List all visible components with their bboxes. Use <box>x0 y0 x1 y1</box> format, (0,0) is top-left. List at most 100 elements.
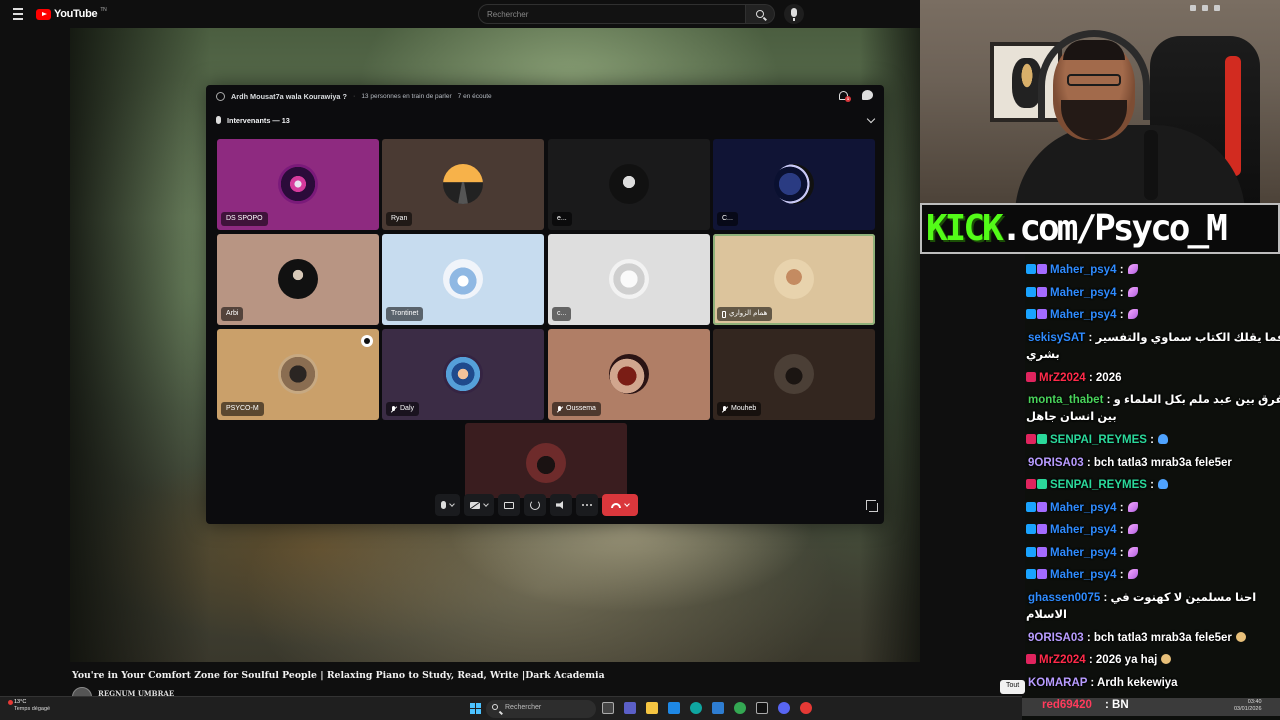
participant-tile[interactable]: C... <box>713 139 875 230</box>
voice-search-button[interactable] <box>784 4 804 24</box>
chat-username[interactable]: monta_thabet <box>1028 394 1103 406</box>
chat-text: : 2026 <box>1088 371 1122 384</box>
chevron-down-icon[interactable] <box>866 114 876 124</box>
chat-icon[interactable] <box>862 90 873 100</box>
youtube-logo[interactable]: YouTube TN <box>36 7 107 20</box>
youtube-header: YouTube TN Rechercher <box>0 0 920 28</box>
participant-tile[interactable]: Arbi <box>217 234 379 325</box>
task-view-icon[interactable] <box>602 702 614 714</box>
chat-text: : فما يقلك الكتاب سماوي والتفسير <box>1088 331 1280 344</box>
camera-off-icon <box>470 501 480 509</box>
inbox-icon[interactable]: 1 <box>838 91 851 102</box>
streamer-webcam <box>920 0 1280 203</box>
stage-header: Ardh Mousat7a wala Kourawiya ? · 13 pers… <box>206 85 884 107</box>
system-tray[interactable] <box>1190 5 1220 11</box>
speakers-label: Intervenants — 13 <box>227 115 290 125</box>
avatar <box>443 259 483 299</box>
app-icon[interactable] <box>800 702 812 714</box>
hamburger-menu-icon[interactable] <box>13 8 23 20</box>
chat-username[interactable]: Maher_psy4 <box>1050 569 1116 581</box>
chat-text: : الفرق بين عبد ملم بكل العلماء و <box>1106 394 1280 406</box>
chat-username[interactable]: SENPAI_REYMES <box>1050 479 1147 491</box>
chat-username[interactable]: MrZ2024 <box>1039 372 1086 384</box>
chat-username[interactable]: MrZ2024 <box>1039 654 1086 666</box>
chat-username[interactable]: Maher_psy4 <box>1050 502 1116 514</box>
soundboard-button[interactable] <box>550 494 572 516</box>
chat-badge-icon <box>1037 546 1047 557</box>
participant-tile-speaking[interactable]: همام الزواري <box>713 234 875 325</box>
chrome-icon[interactable] <box>734 702 746 714</box>
chat-message: Maher_psy4 : <box>1026 500 1138 516</box>
chat-badge-icon <box>1037 569 1047 579</box>
participant-tile[interactable]: Mouheb <box>713 329 875 420</box>
chat-text: : <box>1119 569 1124 581</box>
chat-message: 9ORISA03 : bch tatla3 mrab3a fele5er <box>1026 455 1232 471</box>
avatar <box>774 164 814 204</box>
chat-username[interactable]: Maher_psy4 <box>1050 309 1116 321</box>
microphone-icon <box>216 116 221 124</box>
fullscreen-icon[interactable] <box>866 500 878 512</box>
chat-username[interactable]: Maher_psy4 <box>1050 287 1116 299</box>
chat-overlay: Maher_psy4 : Maher_psy4 : Maher_psy4 : seki… <box>1022 256 1280 696</box>
participant-tile[interactable]: Oussema <box>548 329 710 420</box>
discord-icon[interactable] <box>778 702 790 714</box>
deafened-icon <box>722 406 728 412</box>
share-screen-button[interactable] <box>498 494 520 516</box>
feather-emote-icon <box>1127 264 1138 274</box>
chat-username[interactable]: sekisySAT <box>1028 332 1085 344</box>
edge-icon[interactable] <box>690 702 702 714</box>
chat-username[interactable]: SENPAI_REYMES <box>1050 434 1147 446</box>
more-options-button[interactable] <box>576 494 598 516</box>
participant-tile[interactable]: DS SPOPO <box>217 139 379 230</box>
chat-badge-icon <box>1026 479 1036 489</box>
participant-tile[interactable]: e... <box>548 139 710 230</box>
glasses <box>1067 74 1121 86</box>
chevron-down-icon[interactable] <box>483 501 489 507</box>
mail-icon[interactable] <box>668 702 680 714</box>
chat-badge-icon <box>1037 286 1047 297</box>
chat-username[interactable]: Maher_psy4 <box>1050 547 1116 559</box>
taskbar-clock[interactable]: 03:40 03/01/2026 <box>1234 699 1262 713</box>
taskbar-search-input[interactable]: Rechercher <box>486 700 596 718</box>
youtube-search-input[interactable]: Rechercher <box>478 4 746 24</box>
leave-call-button[interactable] <box>602 494 638 516</box>
avatar <box>609 354 649 394</box>
video-shade-left <box>70 28 210 662</box>
file-explorer-icon[interactable] <box>646 702 658 714</box>
participant-tile[interactable]: Ryan <box>382 139 544 230</box>
chat-username[interactable]: ghassen0075 <box>1028 592 1100 604</box>
chat-message: monta_thabet : الفرق بين عبد ملم بكل الع… <box>1026 392 1280 408</box>
chat-username[interactable]: KOMARAP <box>1028 677 1087 689</box>
youtube-left-margin <box>0 28 70 662</box>
obs-icon[interactable] <box>756 702 768 714</box>
store-icon[interactable] <box>712 702 724 714</box>
chevron-down-icon[interactable] <box>449 501 455 507</box>
chat-username[interactable]: Maher_psy4 <box>1050 524 1116 536</box>
chat-badge-icon <box>1026 654 1036 664</box>
avatar <box>609 164 649 204</box>
microphone-icon <box>441 501 446 509</box>
chat-message: Maher_psy4 : <box>1026 522 1138 538</box>
windows-start-icon[interactable] <box>470 703 481 714</box>
microphone-toggle-button[interactable] <box>435 494 460 516</box>
chat-username[interactable]: Maher_psy4 <box>1050 264 1116 276</box>
participant-tile[interactable]: c... <box>548 234 710 325</box>
youtube-search-button[interactable] <box>746 4 775 24</box>
participant-tile[interactable]: Daly <box>382 329 544 420</box>
participant-tile[interactable]: Trontinet <box>382 234 544 325</box>
camera-toggle-button[interactable] <box>464 494 494 516</box>
chat-text: : <box>1150 434 1154 446</box>
participant-tile-partial[interactable] <box>465 423 627 498</box>
weather-condition: Temps dégagé <box>14 706 51 712</box>
chevron-down-icon[interactable] <box>624 501 630 507</box>
chat-username[interactable]: 9ORISA03 <box>1028 457 1084 469</box>
activities-button[interactable] <box>524 494 546 516</box>
chat-username[interactable]: 9ORISA03 <box>1028 632 1084 644</box>
weather-widget[interactable]: 13°C Temps dégagé <box>8 699 51 713</box>
search-icon <box>756 10 764 18</box>
participant-tile[interactable]: PSYCO-M <box>217 329 379 420</box>
chat-message: Maher_psy4 : <box>1026 307 1138 323</box>
participant-name: Mouheb <box>717 402 762 416</box>
speakers-section-header[interactable]: Intervenants — 13 <box>206 111 884 129</box>
teams-icon[interactable] <box>624 702 636 714</box>
